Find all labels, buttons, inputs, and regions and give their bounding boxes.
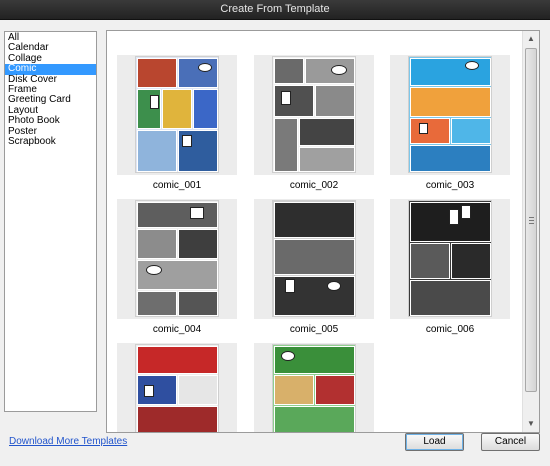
template-tile[interactable]: comic_003 — [390, 55, 510, 192]
template-label: comic_005 — [289, 324, 339, 335]
template-tile[interactable]: comic_004 — [117, 199, 237, 336]
grip-icon — [529, 217, 534, 224]
comic-thumbnail-image — [272, 56, 356, 173]
template-tile[interactable]: comic_005 — [254, 199, 374, 336]
comic-thumbnail-image — [135, 200, 219, 317]
template-thumbnail-frame — [254, 199, 374, 319]
comic-thumbnail-image — [408, 200, 492, 317]
template-label: comic_006 — [425, 324, 475, 335]
template-tile[interactable]: comic_006 — [390, 199, 510, 336]
scrollbar-thumb[interactable] — [525, 48, 537, 392]
cancel-button[interactable]: Cancel — [481, 433, 540, 451]
dialog-body: All Calendar Collage Comic Disk Cover Fr… — [0, 20, 550, 466]
template-thumbnail-frame — [117, 199, 237, 319]
category-item-photo-book[interactable]: Photo Book — [5, 115, 96, 126]
window-title: Create From Template — [0, 0, 550, 20]
template-thumbnail-frame — [390, 55, 510, 175]
template-thumbnail-frame — [117, 343, 237, 432]
comic-thumbnail-image — [135, 56, 219, 173]
template-thumbnail-frame — [117, 55, 237, 175]
comic-thumbnail-image — [272, 200, 356, 317]
comic-thumbnail-image — [135, 344, 219, 432]
comic-thumbnail-image — [272, 344, 356, 432]
gallery-scrollbar[interactable]: ▲ ▼ — [522, 31, 539, 432]
template-tile[interactable] — [117, 343, 237, 432]
template-label: comic_004 — [152, 324, 202, 335]
template-tile[interactable] — [254, 343, 374, 432]
download-more-templates-link[interactable]: Download More Templates — [9, 436, 127, 447]
template-gallery[interactable]: comic_001 comic_002 comic_003 comic_004 … — [106, 30, 540, 433]
comic-thumbnail-image — [408, 56, 492, 173]
template-label: comic_002 — [289, 180, 339, 191]
category-item-scrapbook[interactable]: Scrapbook — [5, 136, 96, 147]
template-thumbnail-frame — [254, 343, 374, 432]
category-list[interactable]: All Calendar Collage Comic Disk Cover Fr… — [4, 31, 97, 412]
template-tile[interactable]: comic_001 — [117, 55, 237, 192]
template-thumbnail-frame — [254, 55, 374, 175]
category-item-comic[interactable]: Comic — [5, 63, 96, 75]
template-label: comic_003 — [425, 180, 475, 191]
template-label: comic_001 — [152, 180, 202, 191]
template-thumbnail-frame — [390, 199, 510, 319]
scroll-down-arrow-icon[interactable]: ▼ — [523, 416, 539, 432]
load-button[interactable]: Load — [405, 433, 464, 451]
scroll-up-arrow-icon[interactable]: ▲ — [523, 31, 539, 47]
template-tile[interactable]: comic_002 — [254, 55, 374, 192]
